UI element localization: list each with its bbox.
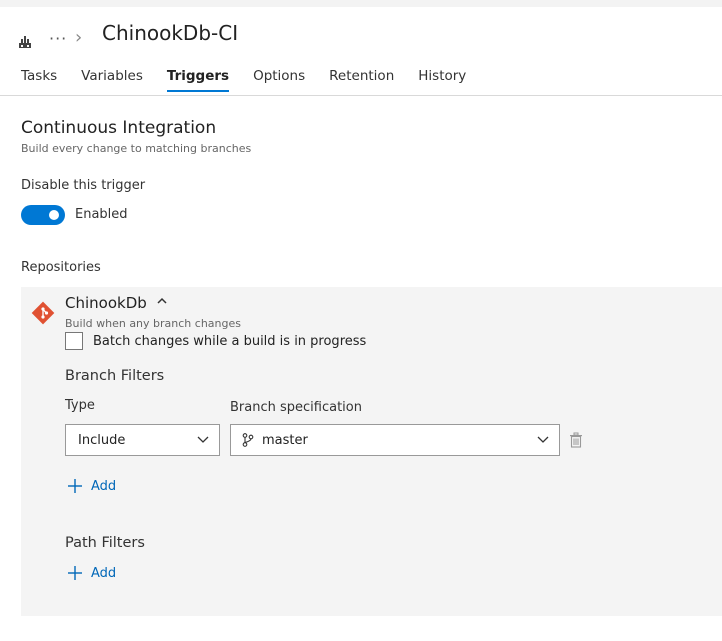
toggle-state-label: Enabled (75, 207, 128, 222)
path-filters-title: Path Filters (65, 535, 145, 551)
repository-description: Build when any branch changes (65, 317, 241, 330)
add-branch-filter-button[interactable]: Add (67, 478, 116, 494)
tab-history[interactable]: History (418, 68, 466, 92)
repository-panel: ChinookDb Build when any branch changes … (21, 287, 722, 616)
type-label: Type (65, 398, 95, 413)
tab-retention[interactable]: Retention (329, 68, 394, 92)
type-dropdown[interactable]: Include (65, 424, 220, 456)
chevron-down-icon (197, 436, 209, 443)
add-button-label: Add (91, 478, 117, 494)
tab-bar: Tasks Variables Triggers Options Retenti… (21, 68, 490, 92)
branch-spec-label: Branch specification (230, 400, 362, 415)
disable-trigger-label: Disable this trigger (21, 178, 146, 193)
branch-filters-title: Branch Filters (65, 368, 165, 384)
build-pipeline-icon[interactable] (18, 35, 32, 49)
batch-changes-checkbox[interactable] (65, 332, 83, 350)
section-subtitle: Build every change to matching branches (21, 142, 252, 155)
enabled-toggle[interactable] (21, 205, 65, 225)
batch-changes-label: Batch changes while a build is in progre… (93, 334, 367, 349)
branch-spec-value: master (262, 433, 308, 448)
branch-icon (242, 433, 254, 447)
type-dropdown-value: Include (78, 433, 126, 448)
header-divider (0, 95, 722, 96)
header: ··· › ChinookDb-CI Tasks Variables Trigg… (0, 7, 722, 95)
chevron-down-icon (537, 436, 549, 443)
top-strip (0, 0, 722, 7)
tab-triggers[interactable]: Triggers (166, 68, 230, 92)
add-path-filter-button[interactable]: Add (67, 565, 116, 581)
page-title: ChinookDb-CI (102, 21, 239, 45)
tab-variables[interactable]: Variables (81, 68, 143, 92)
plus-icon (68, 566, 82, 580)
branch-spec-dropdown[interactable]: master (230, 424, 560, 456)
plus-icon (68, 479, 82, 493)
chevron-up-icon[interactable] (156, 296, 168, 306)
section-title: Continuous Integration (21, 118, 217, 138)
add-button-label: Add (91, 565, 117, 581)
repositories-label: Repositories (21, 260, 101, 275)
repository-name: ChinookDb (65, 294, 147, 312)
more-breadcrumb-icon[interactable]: ··· (49, 29, 67, 48)
git-icon (31, 301, 55, 325)
tab-tasks[interactable]: Tasks (21, 68, 57, 92)
trash-icon[interactable] (569, 432, 583, 448)
tab-options[interactable]: Options (253, 68, 305, 92)
toggle-knob (49, 210, 59, 220)
chevron-right-icon: › (75, 27, 83, 48)
